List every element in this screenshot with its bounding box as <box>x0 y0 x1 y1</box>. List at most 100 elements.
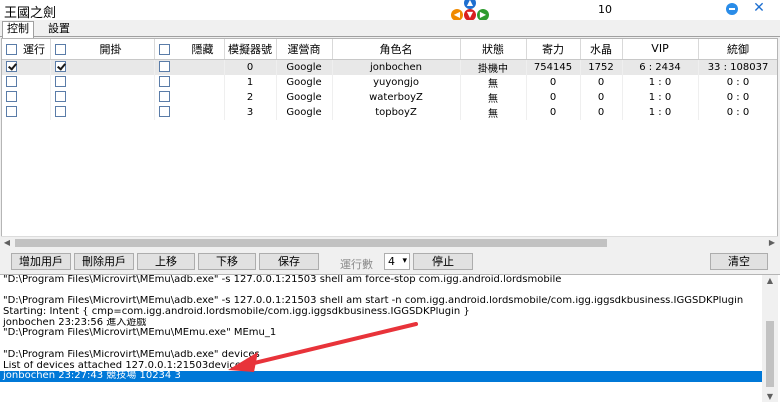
cell-crystal: 0 <box>580 74 623 90</box>
run-checkbox[interactable] <box>6 91 17 103</box>
header-crystal[interactable]: 水晶 <box>580 39 623 60</box>
run-checkbox[interactable] <box>6 106 17 118</box>
vertical-scrollbar[interactable]: ▲ ▼ <box>762 275 778 402</box>
run-count-select[interactable]: 4 <box>384 253 410 270</box>
run-checkbox[interactable] <box>6 76 17 88</box>
cell-vip: 1 : 0 <box>622 104 699 120</box>
table-row[interactable]: 1Googleyuyongjo無001 : 00 : 00 <box>2 74 777 90</box>
log-line: Starting: Intent { cmp=com.igg.android.l… <box>3 307 470 318</box>
cell-role: yuyongjo <box>332 74 461 90</box>
header-rule[interactable]: 統御 <box>698 39 777 60</box>
hang-checkbox[interactable] <box>54 61 66 73</box>
remove-user-button[interactable]: 刪除用戶 <box>74 253 134 270</box>
cell-run <box>2 59 51 75</box>
run-checkbox[interactable] <box>6 61 17 73</box>
title-bar: 王國之劍 ▲ ◀ ▼ ▶ 10 ✕ <box>0 0 780 22</box>
cell-emu_no: 1 <box>224 74 277 90</box>
save-button[interactable]: 保存 <box>259 253 319 270</box>
close-icon[interactable]: ✕ <box>752 1 766 15</box>
cell-rule: 0 : 0 <box>698 74 777 90</box>
cell-hang <box>50 104 155 120</box>
header-power[interactable]: 寄力 <box>526 39 581 60</box>
cell-crystal: 1752 <box>580 59 623 75</box>
annotation-arrow-icon <box>228 322 418 372</box>
header-hang-checkbox[interactable] <box>54 44 66 56</box>
tab-settings[interactable]: 設置 <box>44 22 74 37</box>
header-run-checkbox[interactable] <box>6 44 17 56</box>
arrow-up-icon[interactable]: ▲ <box>464 0 476 9</box>
cell-operator: Google <box>276 89 333 105</box>
header-hang[interactable]: 開掛 <box>50 39 155 60</box>
hang-checkbox[interactable] <box>54 76 66 88</box>
cell-emu_no: 2 <box>224 89 277 105</box>
cell-role: waterboyZ <box>332 89 461 105</box>
scroll-left-icon[interactable]: ◀ <box>1 237 13 249</box>
cell-role: jonbochen <box>332 59 461 75</box>
cell-hide <box>154 89 225 105</box>
cell-hang <box>50 89 155 105</box>
cell-hang <box>50 59 155 75</box>
minimize-icon[interactable] <box>726 3 738 15</box>
hide-checkbox[interactable] <box>158 61 170 73</box>
log-line: "D:\Program Files\Microvirt\MEmu\adb.exe… <box>3 275 562 285</box>
header-vip[interactable]: VIP <box>622 39 699 60</box>
header-role-name[interactable]: 角色名 <box>332 39 461 60</box>
clear-button[interactable]: 清空 <box>710 253 768 270</box>
header-hide[interactable]: 隱藏 <box>154 39 225 60</box>
cell-status: 無 <box>460 74 527 90</box>
horizontal-scrollbar[interactable]: ◀ ▶ <box>1 236 778 248</box>
cell-status: 無 <box>460 89 527 105</box>
hide-checkbox[interactable] <box>158 106 170 118</box>
hang-checkbox[interactable] <box>54 106 66 118</box>
run-count-label: 運行數 <box>340 258 373 271</box>
counter-value: 10 <box>598 3 612 16</box>
scroll-down-icon[interactable]: ▼ <box>762 391 778 402</box>
header-run[interactable]: 運行 <box>2 39 51 60</box>
cell-emu_no: 0 <box>224 59 277 75</box>
cell-power: 0 <box>526 74 581 90</box>
cell-rule: 33 : 108037 <box>698 59 777 75</box>
cell-vip: 1 : 0 <box>622 89 699 105</box>
account-grid: 運行 開掛 隱藏 模擬器號 運營商 角色名 狀態 寄力 水晶 VIP 統御 糧食… <box>1 38 778 248</box>
hide-checkbox[interactable] <box>158 76 170 88</box>
cell-rule: 0 : 0 <box>698 89 777 105</box>
tab-strip: 控制 設置 <box>0 20 780 38</box>
cell-operator: Google <box>276 59 333 75</box>
log-line: "D:\Program Files\Microvirt\MEmu\adb.exe… <box>3 296 744 307</box>
cell-status: 掛機中 <box>460 59 527 75</box>
cell-crystal: 0 <box>580 89 623 105</box>
header-hide-checkbox[interactable] <box>158 44 170 56</box>
table-row[interactable]: 2GooglewaterboyZ無001 : 00 : 00 <box>2 89 777 105</box>
cell-role: topboyZ <box>332 104 461 120</box>
vertical-scroll-thumb[interactable] <box>766 321 774 387</box>
table-row[interactable]: 0 Google jonbochen 掛機中 754145 1752 6 : 2434 33 … <box>2 59 777 75</box>
add-user-button[interactable]: 增加用戶 <box>11 253 71 270</box>
cell-crystal: 0 <box>580 104 623 120</box>
cell-hang <box>50 74 155 90</box>
header-operator[interactable]: 運營商 <box>276 39 333 60</box>
toolbar: 增加用戶 刪除用戶 上移 下移 保存 運行數 4 停止 清空 <box>0 252 780 272</box>
scroll-up-icon[interactable]: ▲ <box>762 275 778 287</box>
cell-run <box>2 74 51 90</box>
stop-button[interactable]: 停止 <box>413 253 473 270</box>
tab-control[interactable]: 控制 <box>2 21 34 38</box>
cell-power: 0 <box>526 104 581 120</box>
cell-rule: 0 : 0 <box>698 104 777 120</box>
move-down-button[interactable]: 下移 <box>198 253 256 270</box>
cell-hide <box>154 74 225 90</box>
cell-run <box>2 89 51 105</box>
window-title: 王國之劍 <box>4 6 57 21</box>
cell-vip: 1 : 0 <box>622 74 699 90</box>
horizontal-scroll-thumb[interactable] <box>15 239 607 247</box>
cell-operator: Google <box>276 74 333 90</box>
move-up-button[interactable]: 上移 <box>137 253 195 270</box>
arrow-cluster: ▲ ◀ ▼ ▶ <box>448 0 494 22</box>
hang-checkbox[interactable] <box>54 91 66 103</box>
hide-checkbox[interactable] <box>158 91 170 103</box>
cell-power: 0 <box>526 89 581 105</box>
scroll-right-icon[interactable]: ▶ <box>766 237 778 249</box>
table-row[interactable]: 3GoogletopboyZ無001 : 00 : 00 <box>2 104 777 120</box>
header-status[interactable]: 狀態 <box>460 39 527 60</box>
cell-vip: 6 : 2434 <box>622 59 699 75</box>
header-emulator-no[interactable]: 模擬器號 <box>224 39 277 60</box>
